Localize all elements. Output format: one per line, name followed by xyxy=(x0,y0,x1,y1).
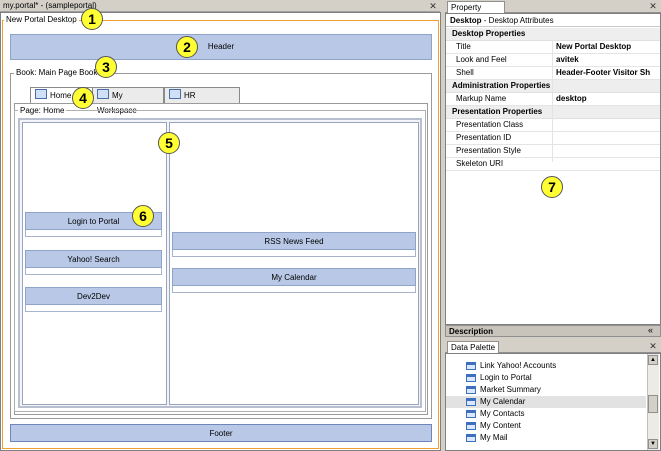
data-palette-tab[interactable]: Data Palette xyxy=(447,341,499,353)
property-grid: Desktop Properties Title New Portal Deskt… xyxy=(446,28,660,171)
portlet-icon xyxy=(466,410,476,418)
header-label: Header xyxy=(207,42,235,51)
prop-row-title[interactable]: Title New Portal Desktop xyxy=(446,41,660,54)
tab-hr[interactable]: HR xyxy=(164,87,240,103)
portlet-dev2dev[interactable]: Dev2Dev xyxy=(25,287,162,305)
editor-title-bar: my.portal* - (sampleportal) xyxy=(0,0,440,12)
data-palette-close-icon[interactable]: ✕ xyxy=(648,341,658,351)
callout-1: 1 xyxy=(81,8,103,30)
property-editor-heading: Desktop - Desktop Attributes xyxy=(446,15,660,27)
list-item[interactable]: My Mail xyxy=(446,432,646,444)
prop-row-presentation-style[interactable]: Presentation Style xyxy=(446,145,660,158)
editor-title: my.portal* - (sampleportal) xyxy=(3,1,97,10)
callout-4: 4 xyxy=(72,87,94,109)
prop-row-skeleton-uri[interactable]: Skeleton URI xyxy=(446,158,660,171)
portlet-body xyxy=(25,268,162,275)
callout-5: 5 xyxy=(158,132,180,154)
list-item-selected[interactable]: My Calendar xyxy=(446,396,646,408)
list-item[interactable]: Link Yahoo! Accounts xyxy=(446,360,646,372)
callout-3: 3 xyxy=(95,56,117,78)
page-icon xyxy=(35,89,47,99)
right-placeholder[interactable] xyxy=(169,122,419,405)
portlet-icon xyxy=(466,362,476,370)
list-item[interactable]: Market Summary xyxy=(446,384,646,396)
page-label: Page: Home xyxy=(18,106,67,115)
footer-label: Footer xyxy=(209,429,233,438)
list-item[interactable]: My Content xyxy=(446,420,646,432)
prop-row-presentation-id[interactable]: Presentation ID xyxy=(446,132,660,145)
list-item[interactable]: My Contacts xyxy=(446,408,646,420)
portlet-icon xyxy=(466,374,476,382)
callout-2: 2 xyxy=(176,36,198,58)
collapse-chevron-icon[interactable]: « xyxy=(648,325,653,336)
property-editor-tab[interactable]: Property Editor xyxy=(447,1,505,23)
description-bar[interactable]: Description xyxy=(445,325,661,337)
prop-row-markup-name[interactable]: Markup Name desktop xyxy=(446,93,660,106)
portlet-icon xyxy=(466,386,476,394)
callout-7: 7 xyxy=(541,176,563,198)
section-desktop-properties: Desktop Properties xyxy=(446,28,660,41)
page-icon xyxy=(169,89,181,99)
portlet-body xyxy=(25,305,162,312)
section-presentation-properties: Presentation Properties xyxy=(446,106,660,119)
section-administration-properties: Administration Properties xyxy=(446,80,660,93)
tab-my-workspace[interactable]: My Workspace xyxy=(92,87,164,115)
desktop-label: New Portal Desktop xyxy=(4,15,79,24)
footer-bar[interactable]: Footer xyxy=(10,424,432,442)
portlet-yahoo-search[interactable]: Yahoo! Search xyxy=(25,250,162,268)
editor-close-icon[interactable]: ✕ xyxy=(428,1,438,11)
portlet-icon xyxy=(466,422,476,430)
prop-row-look-and-feel[interactable]: Look and Feel avitek xyxy=(446,54,660,67)
property-editor-close-icon[interactable]: ✕ xyxy=(648,1,658,11)
portlet-rss-news-feed[interactable]: RSS News Feed xyxy=(172,232,416,250)
callout-6: 6 xyxy=(132,205,154,227)
page-icon xyxy=(97,89,109,99)
scroll-up-icon[interactable]: ▲ xyxy=(648,355,658,365)
prop-row-presentation-class[interactable]: Presentation Class xyxy=(446,119,660,132)
prop-row-shell[interactable]: Shell Header-Footer Visitor Sh xyxy=(446,67,660,80)
portlet-body xyxy=(25,230,162,237)
list-item[interactable]: Login to Portal xyxy=(446,372,646,384)
data-palette-list: Link Yahoo! Accounts Login to Portal Mar… xyxy=(446,360,646,444)
property-column-divider xyxy=(552,40,553,162)
book-label: Book: Main Page Book xyxy=(14,68,100,77)
portlet-my-calendar[interactable]: My Calendar xyxy=(172,268,416,286)
portlet-icon xyxy=(466,398,476,406)
portlet-body xyxy=(172,250,416,257)
portlet-icon xyxy=(466,434,476,442)
scroll-thumb[interactable] xyxy=(648,395,658,413)
header-bar[interactable]: Header xyxy=(10,34,432,60)
portlet-body xyxy=(172,286,416,293)
scroll-down-icon[interactable]: ▼ xyxy=(648,439,658,449)
